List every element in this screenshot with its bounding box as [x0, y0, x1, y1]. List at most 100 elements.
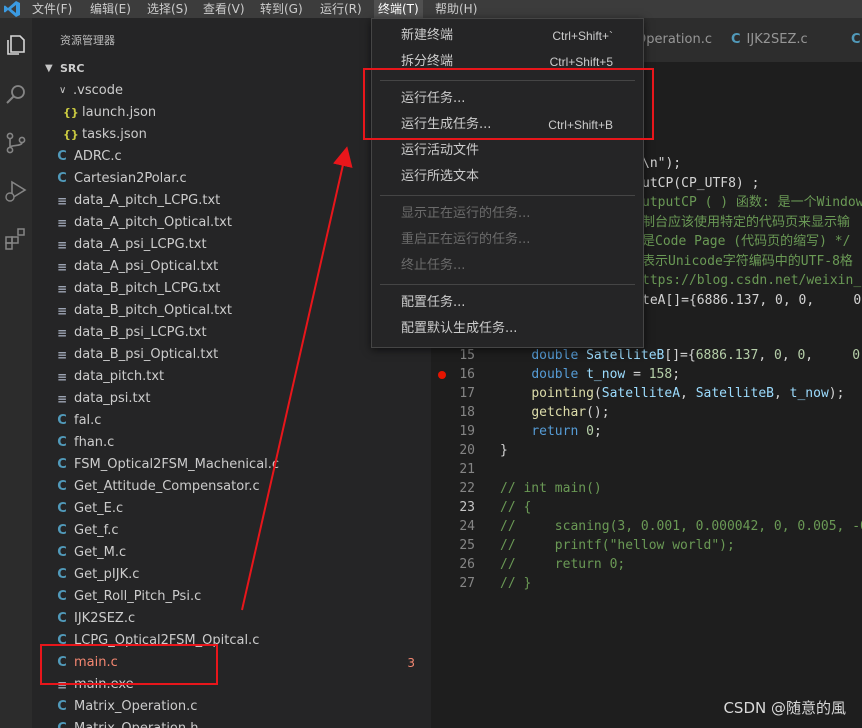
tree-item-label: ADRC.c [74, 149, 122, 164]
text-file-icon: ≡ [56, 370, 68, 384]
code-text: } [500, 443, 508, 458]
code-text: pointing(SatelliteA, SatelliteB, t_now); [531, 386, 845, 401]
code-line: 20} [431, 441, 862, 460]
tree-item[interactable]: C Get_Attitude_Compensator.c [32, 476, 431, 498]
source-control-icon[interactable] [3, 130, 29, 156]
text-file-icon: ≡ [56, 326, 68, 340]
editor-tab[interactable]: C IJK2SEZ.c [723, 18, 844, 62]
tree-item[interactable]: ≡ data_psi.txt [32, 388, 431, 410]
menu-item-label: 配置默认生成任务... [401, 321, 518, 336]
code-line-partial: ttps://blog.csdn.net/weixin_5 [642, 271, 862, 290]
menu-item-1[interactable]: 编辑(E) [86, 0, 135, 18]
c-file-icon: C [731, 32, 741, 47]
chevron-down-icon: ∨ [59, 85, 67, 96]
terminal-menu-item[interactable]: 新建终端 Ctrl+Shift+` [372, 23, 643, 49]
tree-item[interactable]: C Get_M.c [32, 542, 431, 564]
text-file-icon: ≡ [56, 282, 68, 296]
code-line-partial: teA[]={6886.137, 0, 0, 0, [642, 291, 862, 310]
line-number: 24 [459, 519, 475, 534]
tree-item[interactable]: C FSM_Optical2FSM_Machenical.c [32, 454, 431, 476]
tree-item-label: fal.c [74, 413, 102, 428]
tree-item-label: data_pitch.txt [74, 369, 165, 384]
text-file-icon: ≡ [56, 304, 68, 318]
code-text: 制台应该使用特定的代码页来显示输 [642, 214, 851, 230]
tree-item-label: Cartesian2Polar.c [74, 171, 187, 186]
tree-item[interactable]: C Matrix_Operation.h [32, 718, 431, 728]
line-number: 19 [459, 424, 475, 439]
tree-item-label: data_B_pitch_LCPG.txt [74, 281, 221, 296]
terminal-menu-item[interactable]: 配置任务... [372, 290, 643, 316]
json-file-icon: {} [63, 128, 79, 141]
code-text: ttps://blog.csdn.net/weixin_5 [642, 273, 862, 288]
menu-item-label: 配置任务... [401, 295, 466, 310]
explorer-icon[interactable] [3, 32, 29, 58]
tree-item-label: fhan.c [74, 435, 115, 450]
code-line: 15 double SatelliteB[]={6886.137, 0, 0, … [431, 346, 862, 365]
search-icon[interactable] [3, 82, 29, 108]
run-debug-icon[interactable] [3, 178, 29, 204]
c-file-icon: C [57, 413, 67, 428]
menu-item-4[interactable]: 转到(G) [256, 0, 307, 18]
c-file-icon: C [57, 567, 67, 582]
code-text: teA[]={6886.137, 0, 0, 0, [642, 292, 862, 308]
menu-item-label: 终止任务... [401, 258, 466, 273]
terminal-menu-item: 重启正在运行的任务... [372, 227, 643, 253]
code-text: double t_now = 158; [531, 367, 681, 382]
tree-item[interactable]: ≡ data_pitch.txt [32, 366, 431, 388]
line-number: 25 [459, 538, 475, 553]
code-line: 18 getchar(); [431, 403, 862, 422]
tree-item[interactable]: Cfhan.c [32, 432, 431, 454]
tree-item[interactable]: C Get_f.c [32, 520, 431, 542]
text-file-icon: ≡ [56, 194, 68, 208]
tree-item-label: data_A_pitch_LCPG.txt [74, 193, 221, 208]
menu-item-6[interactable]: 终端(T) [374, 0, 423, 18]
menu-separator [380, 195, 635, 196]
c-file-icon: C [851, 32, 861, 47]
menu-item-5[interactable]: 运行(R) [316, 0, 366, 18]
line-number: 17 [459, 386, 475, 401]
menu-bar: 文件(F) 编辑(E) 选择(S) 查看(V) 转到(G) 运行(R) 终端(T) 帮助(H) [0, 0, 862, 18]
menu-item-7[interactable]: 帮助(H) [431, 0, 481, 18]
menu-item-0[interactable]: 文件(F) [28, 0, 76, 18]
line-number: 15 [459, 348, 475, 363]
problem-count-badge: 3 [407, 656, 415, 670]
menu-item-label: 运行所选文本 [401, 169, 480, 184]
code-line-partial: utCP(CP_UTF8) ; [642, 174, 759, 193]
line-number: 18 [459, 405, 475, 420]
code-line-partial: \n"); [642, 154, 681, 173]
terminal-menu-item[interactable]: 配置默认生成任务... [372, 316, 643, 342]
tree-item-label: .vscode [73, 83, 123, 98]
tree-item[interactable]: C Get_Roll_Pitch_Psi.c [32, 586, 431, 608]
terminal-menu-item[interactable]: 运行活动文件 [372, 138, 643, 164]
tree-item-label: data_A_psi_LCPG.txt [74, 237, 207, 252]
menu-item-3[interactable]: 查看(V) [199, 0, 249, 18]
tree-item-label: Get_pIJK.c [74, 567, 140, 582]
code-line: 26 // return 0; [431, 555, 862, 574]
editor-tab[interactable]: C [843, 18, 862, 62]
tree-item-label: data_B_psi_LCPG.txt [74, 325, 207, 340]
editor-tab-label: Operation.c [636, 32, 712, 47]
line-number: 21 [459, 462, 475, 477]
c-file-icon: C [57, 545, 67, 560]
code-line: 27 // } [431, 574, 862, 593]
menu-item-2[interactable]: 选择(S) [143, 0, 192, 18]
code-line: 22 // int main() [431, 479, 862, 498]
code-line: 19 return 0; [431, 422, 862, 441]
tree-item[interactable]: C Matrix_Operation.c [32, 696, 431, 718]
terminal-menu-item: 显示正在运行的任务... [372, 201, 643, 227]
tree-item-label: Get_Attitude_Compensator.c [74, 479, 260, 494]
folder-root-label: SRC [60, 62, 85, 75]
menu-separator [380, 284, 635, 285]
tree-item-label: data_A_pitch_Optical.txt [74, 215, 232, 230]
terminal-menu-item: 终止任务... [372, 253, 643, 279]
terminal-menu-item[interactable]: 运行所选文本 [372, 164, 643, 190]
extensions-icon[interactable] [3, 226, 29, 252]
highlight-box-run-tasks [363, 68, 654, 140]
tree-item-label: data_B_pitch_Optical.txt [74, 303, 232, 318]
tree-item[interactable]: C Get_E.c [32, 498, 431, 520]
tree-item[interactable]: C Get_pIJK.c [32, 564, 431, 586]
tree-item[interactable]: C IJK2SEZ.c [32, 608, 431, 630]
tree-item[interactable]: Cfal.c [32, 410, 431, 432]
code-text: // return 0; [500, 557, 626, 572]
tree-item-label: Matrix_Operation.h [74, 718, 199, 728]
